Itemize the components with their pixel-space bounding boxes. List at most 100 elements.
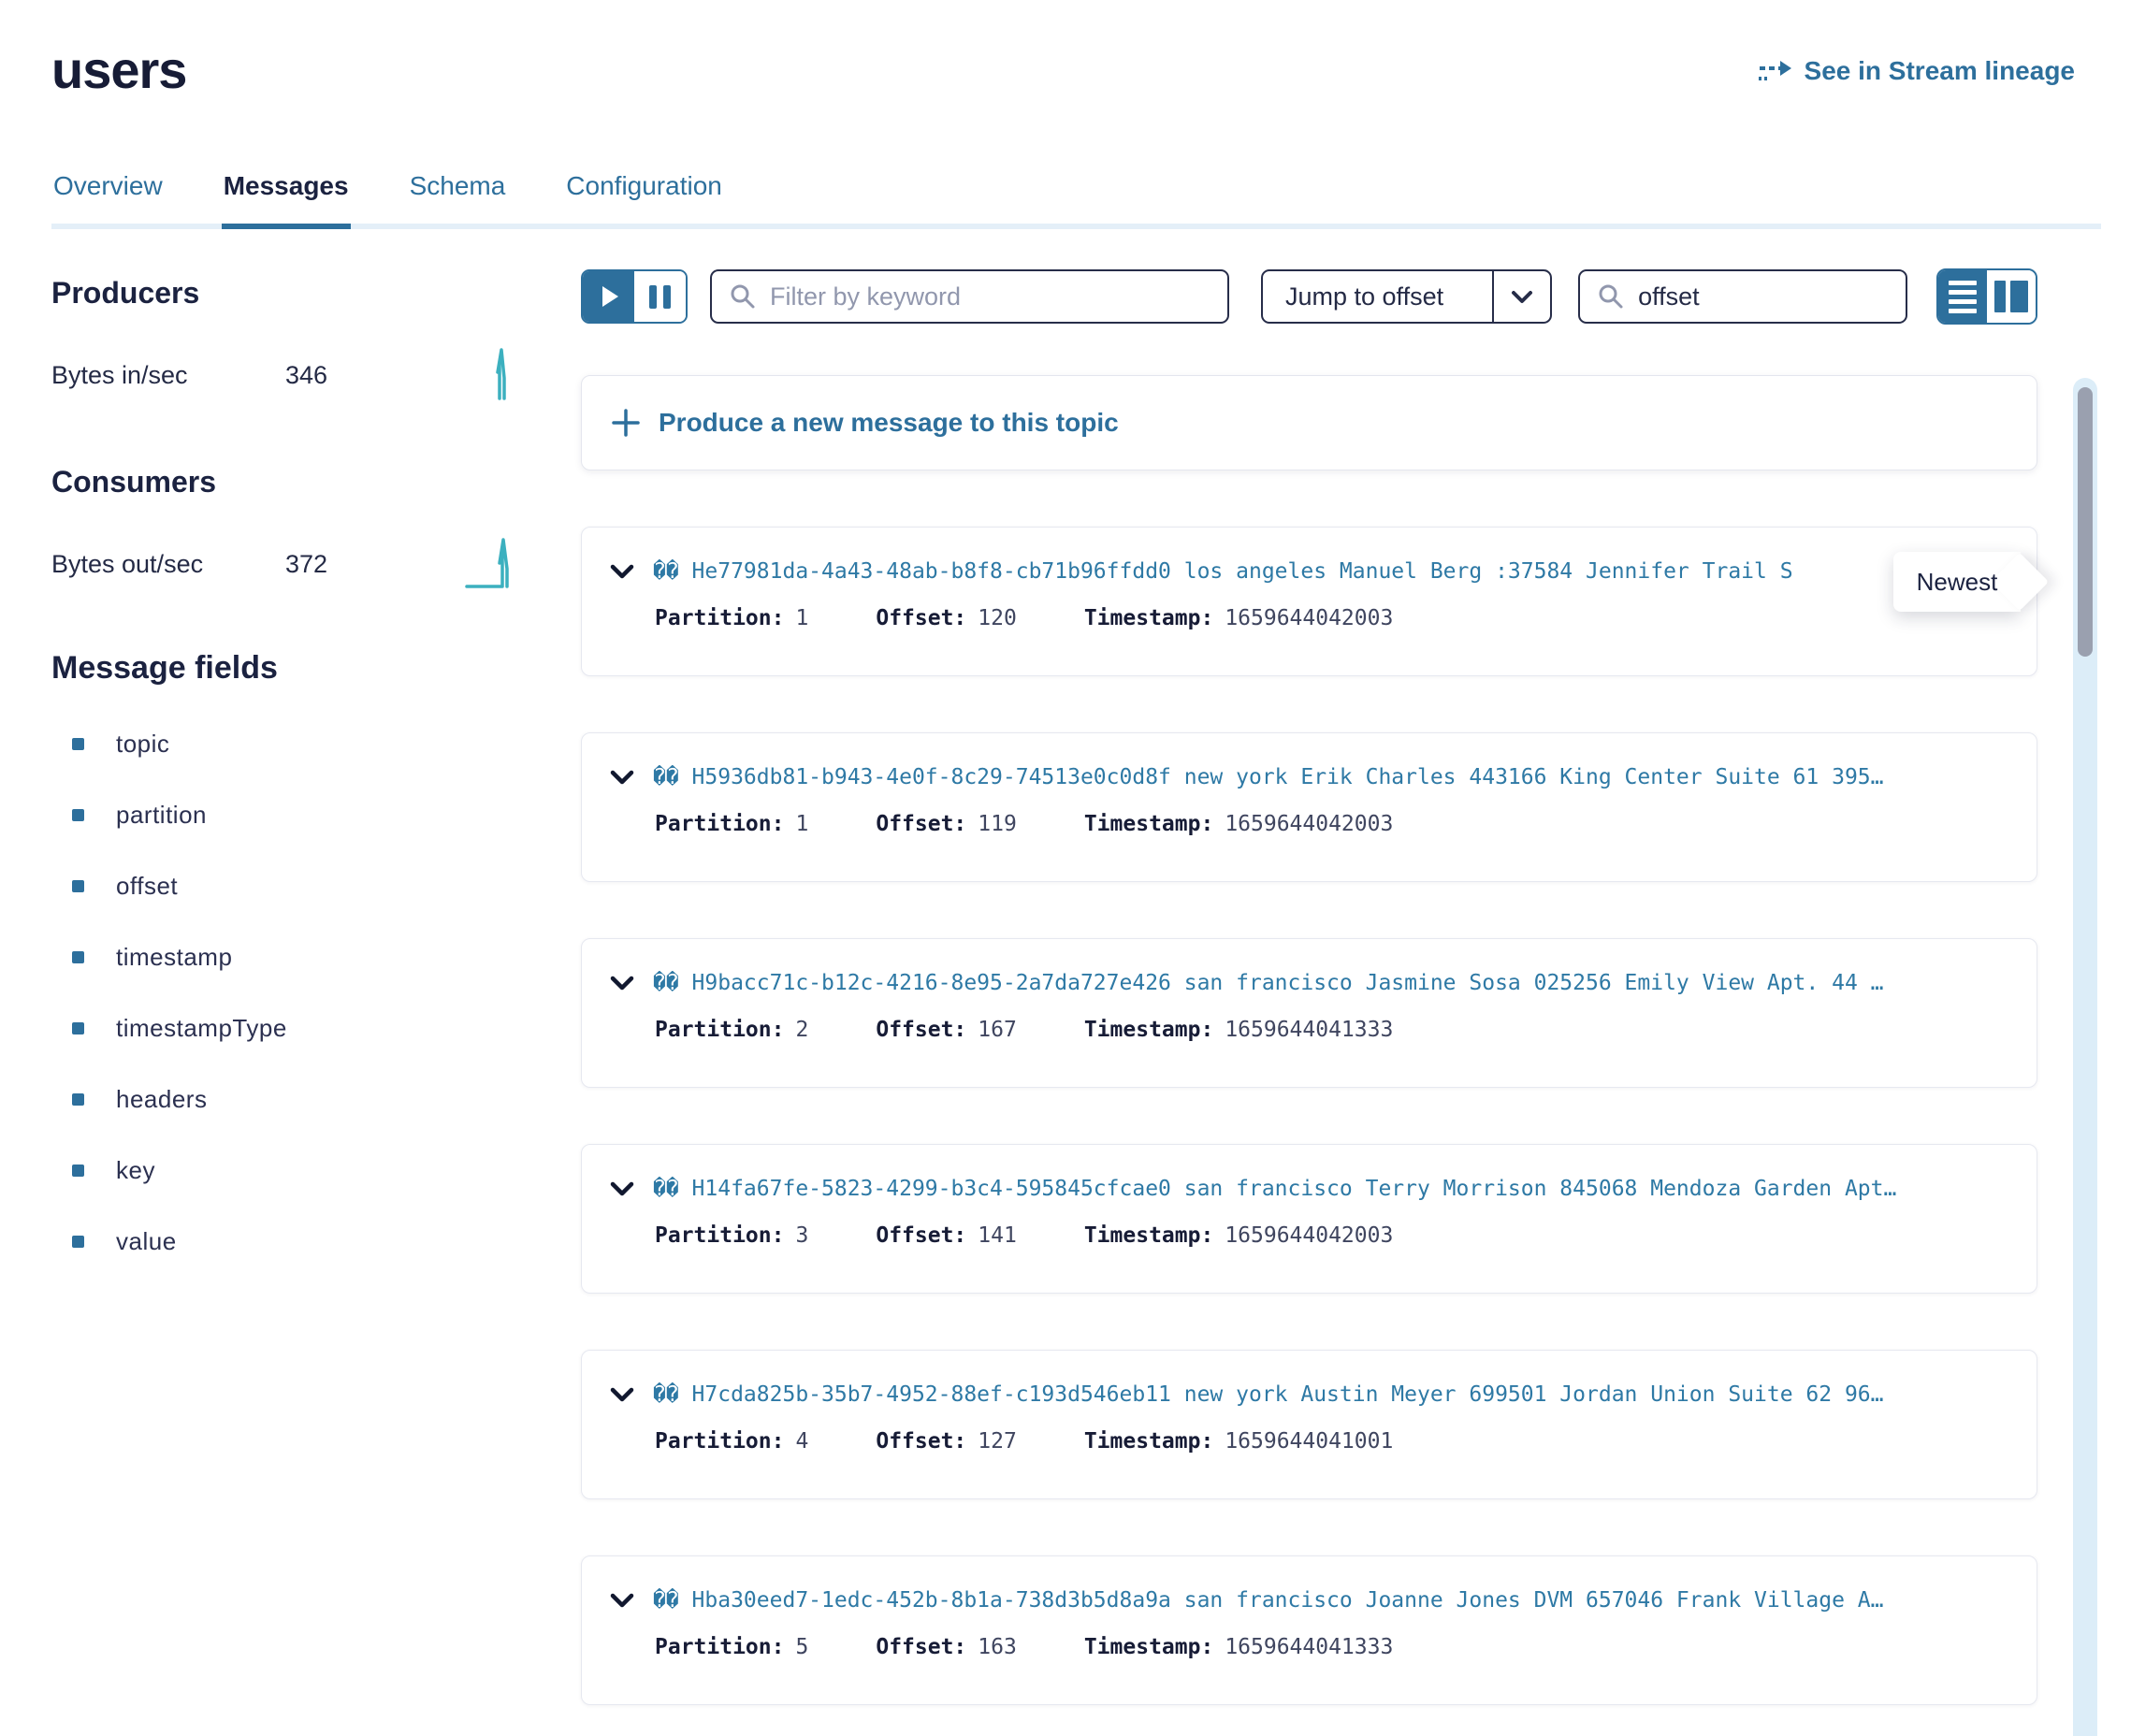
message-card: �� H9bacc71c-b12c-4216-8e95-2a7da727e426… [581,938,2037,1088]
message-summary[interactable]: �� H9bacc71c-b12c-4216-8e95-2a7da727e426… [653,971,1883,995]
timestamp-value: 1659644042003 [1225,812,1393,836]
field-item-topic[interactable]: topic [51,730,581,759]
field-item-timestamp[interactable]: timestamp [51,943,581,972]
message-card: �� He77981da-4a43-48ab-b8f8-cb71b96ffdd0… [581,527,2037,676]
message-summary[interactable]: �� H14fa67fe-5823-4299-b3c4-595845cfcae0… [653,1177,1896,1201]
pause-button[interactable] [634,271,686,322]
consumers-heading: Consumers [51,465,581,499]
search-icon [729,282,757,311]
expand-chevron-icon[interactable] [610,770,634,785]
message-fields-heading: Message fields [51,650,581,687]
jump-to-offset-label: Jump to offset [1263,282,1492,311]
field-label-headers: headers [116,1085,207,1114]
page-title: users [51,39,186,100]
expand-chevron-icon[interactable] [610,564,634,579]
message-card: �� H7cda825b-35b7-4952-88ef-c193d546eb11… [581,1350,2037,1499]
expand-chevron-icon[interactable] [610,976,634,991]
tab-configuration[interactable]: Configuration [564,162,724,224]
field-checkbox-topic[interactable] [72,738,84,750]
metrics-sidebar: Producers Bytes in/sec 346 Consumers Byt… [51,229,581,1705]
messages-scrollbar-thumb[interactable] [2078,387,2093,657]
field-item-key[interactable]: key [51,1156,581,1185]
expand-chevron-icon[interactable] [610,1593,634,1608]
partition-value: 5 [795,1635,808,1659]
list-view-icon [1949,281,1977,285]
view-mode-toggle[interactable] [1936,268,2037,325]
field-label-timestamp: timestamp [116,943,232,972]
message-summary[interactable]: �� H7cda825b-35b7-4952-88ef-c193d546eb11… [653,1382,1883,1407]
expand-chevron-icon[interactable] [610,1387,634,1402]
pause-icon [649,285,657,309]
offset-value: 163 [978,1635,1017,1659]
offset-label: Offset: [876,606,966,630]
field-checkbox-partition[interactable] [72,809,84,821]
bytes-in-sparkline [487,346,515,405]
message-summary[interactable]: �� H5936db81-b943-4e0f-8c29-74513e0c0d8f… [653,765,1883,789]
field-label-topic: topic [116,730,169,759]
topic-messages-page: users See in Stream lineage Overview Mes… [0,0,2131,1736]
field-checkbox-timestamp[interactable] [72,951,84,963]
bytes-in-value: 346 [285,361,327,390]
partition-value: 1 [795,606,808,630]
bytes-in-label: Bytes in/sec [51,361,285,390]
timestamp-value: 1659644042003 [1225,1223,1393,1248]
message-card: �� H5936db81-b943-4e0f-8c29-74513e0c0d8f… [581,732,2037,882]
field-item-value[interactable]: value [51,1227,581,1256]
field-item-timestampType[interactable]: timestampType [51,1014,581,1043]
bytes-out-value: 372 [285,550,327,579]
message-summary[interactable]: �� He77981da-4a43-48ab-b8f8-cb71b96ffdd0… [653,559,1793,584]
play-pause-toggle[interactable] [581,269,688,324]
timestamp-value: 1659644042003 [1225,606,1393,630]
expand-chevron-icon[interactable] [610,1181,634,1196]
keyword-filter-input[interactable] [770,282,1210,311]
tab-schema[interactable]: Schema [408,162,508,224]
partition-label: Partition: [655,1429,784,1454]
tab-messages[interactable]: Messages [222,162,351,229]
offset-label: Offset: [876,1223,966,1248]
split-view-button[interactable] [1987,270,2036,323]
timestamp-label: Timestamp: [1084,1635,1213,1659]
timestamp-label: Timestamp: [1084,1018,1213,1042]
messages-panel: Jump to offset [581,229,2131,1705]
field-checkbox-key[interactable] [72,1165,84,1177]
stream-lineage-icon [1758,57,1793,85]
field-checkbox-timestampType[interactable] [72,1022,84,1034]
produce-message-button[interactable]: Produce a new message to this topic [581,375,2037,470]
timestamp-label: Timestamp: [1084,606,1213,630]
field-item-headers[interactable]: headers [51,1085,581,1114]
offset-value: 127 [978,1429,1017,1454]
bytes-out-label: Bytes out/sec [51,550,285,579]
message-summary[interactable]: �� Hba30eed7-1edc-452b-8b1a-738d3b5d8a9a… [653,1588,1883,1613]
jump-to-offset-select[interactable]: Jump to offset [1261,269,1552,324]
play-button[interactable] [583,271,634,322]
partition-value: 4 [795,1429,808,1454]
field-checkbox-headers[interactable] [72,1093,84,1106]
partition-value: 1 [795,812,808,836]
field-label-key: key [116,1156,155,1185]
partition-label: Partition: [655,1223,784,1248]
partition-value: 2 [795,1018,808,1042]
field-checkbox-value[interactable] [72,1236,84,1248]
list-view-button[interactable] [1938,270,1987,323]
field-checkbox-offset[interactable] [72,880,84,892]
chevron-down-icon[interactable] [1494,290,1550,304]
partition-label: Partition: [655,812,784,836]
bytes-out-row: Bytes out/sec 372 [51,535,581,594]
offset-value: 119 [978,812,1017,836]
stream-lineage-link[interactable]: See in Stream lineage [1758,56,2075,86]
offset-value: 141 [978,1223,1017,1248]
field-item-offset[interactable]: offset [51,872,581,901]
tab-overview[interactable]: Overview [51,162,165,224]
partition-label: Partition: [655,1635,784,1659]
offset-search-input[interactable] [1638,282,1889,311]
offset-label: Offset: [876,1429,966,1454]
field-label-value: value [116,1227,177,1256]
messages-scrollbar-track[interactable] [2073,378,2097,1736]
offset-value: 120 [978,606,1017,630]
keyword-filter-field[interactable] [710,269,1229,324]
timestamp-value: 1659644041333 [1225,1018,1393,1042]
field-item-partition[interactable]: partition [51,801,581,830]
plus-icon [612,409,640,437]
message-meta: Partition:4 Offset:127 Timestamp:1659644… [655,1429,2018,1454]
offset-search-field[interactable] [1578,269,1907,324]
